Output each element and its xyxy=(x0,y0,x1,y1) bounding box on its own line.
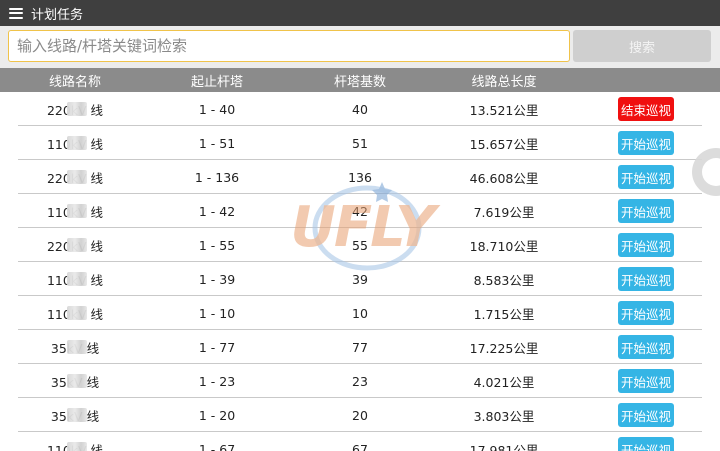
action-cell: 开始巡视 xyxy=(572,194,720,228)
tower-count: 51 xyxy=(352,135,368,151)
table-row: 110kV 线 1 - 51 51 15.657公里 开始巡视 xyxy=(0,126,720,160)
line-name-cell: 110kV 线 xyxy=(0,296,150,330)
title-bar: 计划任务 xyxy=(0,0,720,26)
line-length: 17.225公里 xyxy=(469,340,539,356)
tower-range: 1 - 51 xyxy=(198,135,236,151)
header-tower-range: 起止杆塔 xyxy=(190,74,243,90)
tower-count: 42 xyxy=(352,203,368,219)
search-bar: 搜索 xyxy=(0,26,720,68)
action-cell: 开始巡视 xyxy=(572,262,720,296)
table-row: 110kV 线 1 - 39 39 8.583公里 开始巡视 xyxy=(0,262,720,296)
tower-count: 67 xyxy=(352,441,368,451)
redacted-mask xyxy=(67,170,87,184)
table-row: 110kV 线 1 - 10 10 1.715公里 开始巡视 xyxy=(0,296,720,330)
start-patrol-button[interactable]: 开始巡视 xyxy=(618,335,674,359)
search-button[interactable]: 搜索 xyxy=(573,30,711,62)
line-length: 13.521公里 xyxy=(469,102,539,118)
header-tower-count: 杆塔基数 xyxy=(333,74,386,90)
redacted-mask xyxy=(67,306,87,320)
start-patrol-button[interactable]: 开始巡视 xyxy=(618,165,674,189)
start-patrol-button[interactable]: 开始巡视 xyxy=(618,301,674,325)
table-header: 线路名称 起止杆塔 杆塔基数 线路总长度 xyxy=(0,68,720,92)
tower-count: 10 xyxy=(352,305,368,321)
start-patrol-button[interactable]: 开始巡视 xyxy=(618,369,674,393)
start-patrol-button[interactable]: 开始巡视 xyxy=(618,199,674,223)
tower-count: 39 xyxy=(352,271,368,287)
end-patrol-button[interactable]: 结束巡视 xyxy=(618,97,674,121)
line-name-cell: 220kV 线 xyxy=(0,228,150,262)
start-patrol-button[interactable]: 开始巡视 xyxy=(618,233,674,257)
tower-range: 1 - 42 xyxy=(198,203,236,219)
table-row: 35kV 线 1 - 77 77 17.225公里 开始巡视 xyxy=(0,330,720,364)
line-name-cell: 110kV 线 xyxy=(0,126,150,160)
table-row: 220kV 线 1 - 136 136 46.608公里 开始巡视 xyxy=(0,160,720,194)
tower-count: 20 xyxy=(352,407,368,423)
line-length: 17.981公里 xyxy=(469,442,539,451)
tower-range: 1 - 136 xyxy=(194,169,240,185)
line-length: 15.657公里 xyxy=(469,136,539,152)
line-length: 3.803公里 xyxy=(473,408,535,424)
table-row: 35kV 线 1 - 20 20 3.803公里 开始巡视 xyxy=(0,398,720,432)
tower-range: 1 - 10 xyxy=(198,305,236,321)
action-cell: 结束巡视 xyxy=(572,92,720,126)
hamburger-menu-icon[interactable] xyxy=(9,7,23,19)
line-length: 18.710公里 xyxy=(469,238,539,254)
tower-range: 1 - 23 xyxy=(198,373,236,389)
line-length: 8.583公里 xyxy=(473,272,535,288)
redacted-mask xyxy=(66,408,87,422)
tower-count: 55 xyxy=(352,237,368,253)
line-length: 4.021公里 xyxy=(473,374,535,390)
line-name-cell: 35kV 线 xyxy=(0,398,150,432)
tower-count: 23 xyxy=(352,373,368,389)
redacted-mask xyxy=(66,340,87,354)
tower-count: 40 xyxy=(352,101,368,117)
redacted-mask xyxy=(67,136,87,150)
redacted-mask xyxy=(67,204,87,218)
redacted-mask xyxy=(67,102,87,116)
app-window: 计划任务 搜索 线路名称 起止杆塔 杆塔基数 线路总长度 220kV 线 1 - … xyxy=(0,0,720,451)
line-name-cell: 110kV 线 xyxy=(0,262,150,296)
action-cell: 开始巡视 xyxy=(572,228,720,262)
tower-range: 1 - 39 xyxy=(198,271,236,287)
table-row: 35kV 线 1 - 23 23 4.021公里 开始巡视 xyxy=(0,364,720,398)
action-cell: 开始巡视 xyxy=(572,398,720,432)
start-patrol-button[interactable]: 开始巡视 xyxy=(618,403,674,427)
page-title: 计划任务 xyxy=(31,7,84,23)
table-row: 110kV 线 1 - 67 67 17.981公里 开始巡视 xyxy=(0,432,720,451)
line-name-cell: 35kV 线 xyxy=(0,330,150,364)
table-row: 110kV 线 1 - 42 42 7.619公里 开始巡视 xyxy=(0,194,720,228)
redacted-mask xyxy=(67,272,87,286)
line-name-cell: 110kV 线 xyxy=(0,194,150,228)
start-patrol-button[interactable]: 开始巡视 xyxy=(618,131,674,155)
task-table: 220kV 线 1 - 40 40 13.521公里 结束巡视 110kV 线 1 - 51… xyxy=(0,92,720,451)
tower-count: 136 xyxy=(348,169,372,185)
line-name-cell: 220kV 线 xyxy=(0,92,150,126)
line-length: 1.715公里 xyxy=(473,306,535,322)
search-input[interactable] xyxy=(8,30,570,62)
line-length: 7.619公里 xyxy=(473,204,535,220)
line-name-cell: 220kV 线 xyxy=(0,160,150,194)
tower-range: 1 - 40 xyxy=(198,101,236,117)
action-cell: 开始巡视 xyxy=(572,364,720,398)
header-line-length: 线路总长度 xyxy=(471,74,537,90)
action-cell: 开始巡视 xyxy=(572,296,720,330)
start-patrol-button[interactable]: 开始巡视 xyxy=(618,437,674,451)
line-name-cell: 35kV 线 xyxy=(0,364,150,398)
action-cell: 开始巡视 xyxy=(572,432,720,451)
tower-range: 1 - 55 xyxy=(198,237,236,253)
redacted-mask xyxy=(66,374,87,388)
line-name-cell: 110kV 线 xyxy=(0,432,150,451)
tower-range: 1 - 20 xyxy=(198,407,236,423)
redacted-mask xyxy=(67,238,87,252)
start-patrol-button[interactable]: 开始巡视 xyxy=(618,267,674,291)
action-cell: 开始巡视 xyxy=(572,330,720,364)
header-line-name: 线路名称 xyxy=(48,74,101,90)
table-row: 220kV 线 1 - 55 55 18.710公里 开始巡视 xyxy=(0,228,720,262)
tower-range: 1 - 67 xyxy=(198,441,236,451)
line-length: 46.608公里 xyxy=(469,170,539,186)
tower-count: 77 xyxy=(352,339,368,355)
redacted-mask xyxy=(67,442,87,451)
table-row: 220kV 线 1 - 40 40 13.521公里 结束巡视 xyxy=(0,92,720,126)
tower-range: 1 - 77 xyxy=(198,339,236,355)
